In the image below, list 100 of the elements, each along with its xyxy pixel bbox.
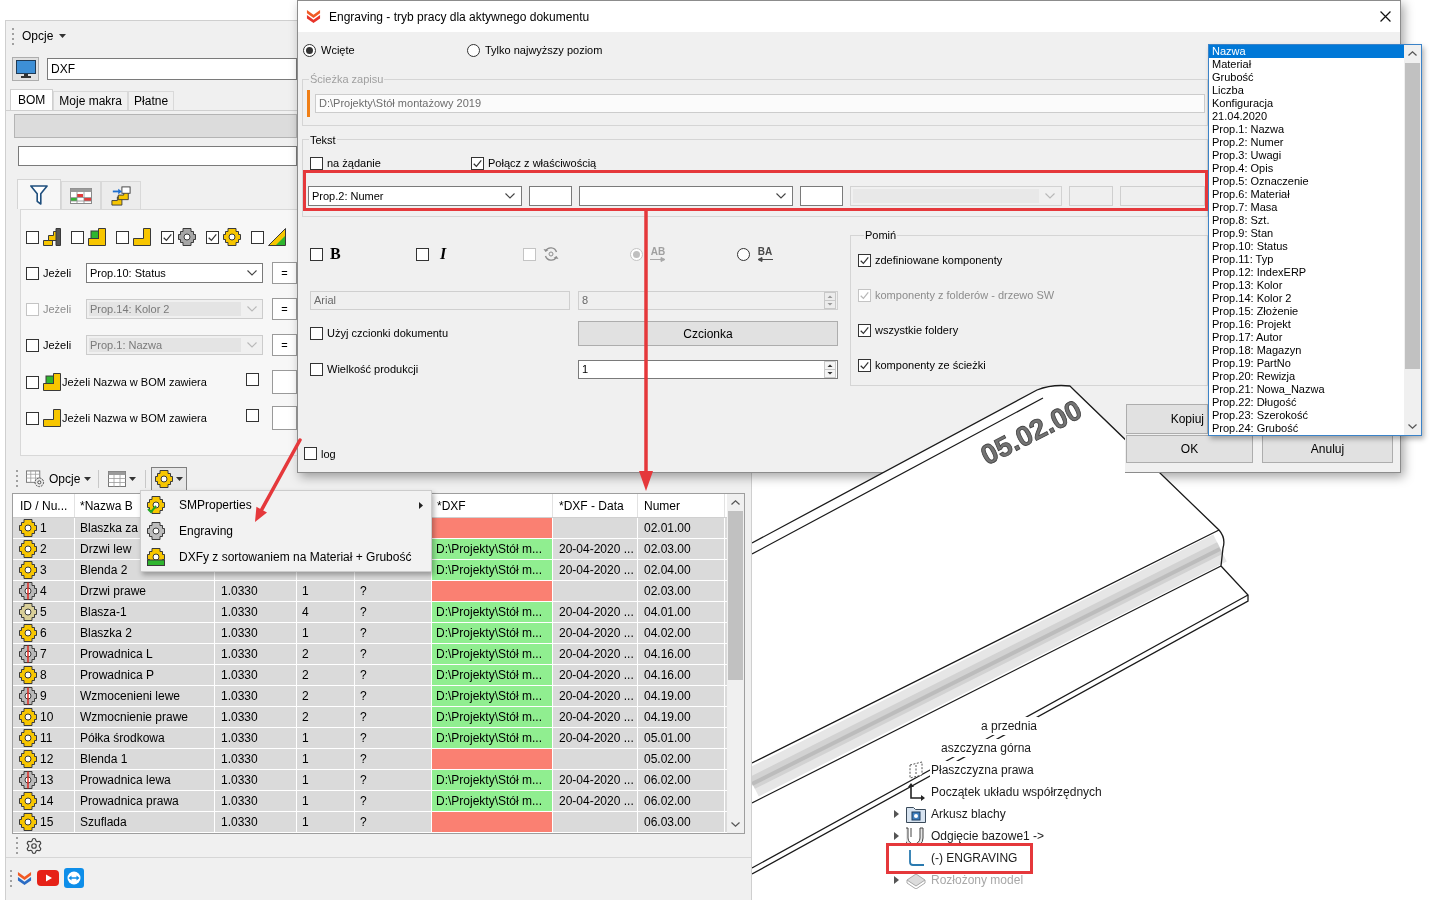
checkbox[interactable] [26,266,39,280]
operator-field[interactable]: = [272,262,297,284]
checkbox[interactable] [26,338,39,352]
scrollbar-thumb[interactable] [1405,63,1420,369]
radio-button[interactable] [467,43,480,57]
tree-item[interactable]: aszczyzna górna [940,739,1033,757]
list-item[interactable]: 21.04.2020 [1209,110,1404,123]
table-row[interactable]: 12 Blenda 1 1.0330 1 ? 05.02.00 [13,749,727,770]
scrollbar[interactable] [1404,45,1421,435]
list-item[interactable]: Materiał [1209,58,1404,71]
list-item[interactable]: Prop.19: PartNo [1209,357,1404,370]
text-field[interactable] [272,370,297,394]
tab[interactable] [101,181,141,209]
checkbox[interactable] [246,409,259,423]
table-row[interactable]: 10 Wzmocnienie prawe 1.0330 2 ? D:\Projekty\Stół m... 20-04-2020 ... 04.19.00 [13,707,727,728]
list-item[interactable]: Prop.1: Nazwa [1209,123,1404,136]
operator-field[interactable]: = [272,334,297,356]
checkbox[interactable] [858,359,871,372]
font-button[interactable]: Czcionka [578,321,838,346]
text-field[interactable] [800,186,843,206]
checkbox[interactable] [858,254,871,267]
table-row[interactable]: 14 Prowadnica prawa 1.0330 1 ? D:\Projekty\Stół m... 20-04-2020 ... 06.02.00 [13,791,727,812]
toolbar-button[interactable] [151,466,188,491]
table-row[interactable]: 4 Drzwi prawe 1.0330 1 ? 02.03.00 [13,581,727,602]
text-field[interactable] [529,186,572,206]
gear-icon[interactable] [25,836,43,855]
list-item[interactable]: Prop.18: Magazyn [1209,344,1404,357]
scrollbar-thumb[interactable] [728,511,743,680]
list-item[interactable]: Prop.4: Opis [1209,162,1404,175]
checkbox[interactable] [206,230,219,244]
list-item[interactable]: Prop.8: Szt. [1209,214,1404,227]
dropdown[interactable]: Prop.10: Status [86,263,263,283]
menu-button[interactable]: Opcje [20,25,69,47]
checkbox[interactable] [310,156,323,170]
menu-item[interactable]: DXFy z sortowaniem na Materiał + Grubość [141,544,431,570]
tab[interactable]: BOM [10,89,54,110]
checkbox[interactable] [310,327,323,340]
tab[interactable]: Płatne [128,91,175,110]
list-item[interactable]: Prop.9: Stan [1209,227,1404,240]
dropdown[interactable]: Prop.2: Numer [308,186,522,206]
tab[interactable] [17,179,61,209]
checkbox[interactable] [310,247,323,261]
radio-button[interactable] [303,43,316,57]
list-item[interactable]: Liczba [1209,84,1404,97]
list-item[interactable]: Prop.12: IndexERP [1209,266,1404,279]
list-item[interactable]: Nazwa [1209,45,1404,58]
dropdown[interactable] [579,186,793,206]
scrollbar[interactable] [727,494,744,833]
checkbox[interactable] [246,373,259,387]
list-item[interactable]: Prop.3: Uwagi [1209,149,1404,162]
text-field[interactable] [272,406,297,430]
checkbox[interactable] [26,411,39,425]
ok-button[interactable]: OK [1126,435,1253,463]
tab[interactable]: Moje makra [53,91,129,110]
list-item[interactable]: Prop.2: Numer [1209,136,1404,149]
table-row[interactable]: 7 Prowadnica L 1.0330 2 ? D:\Projekty\Stół m... 20-04-2020 ... 04.16.00 [13,644,727,665]
text-field[interactable] [18,146,297,166]
radio-button[interactable] [737,247,750,261]
checkbox[interactable] [304,447,317,461]
table-row[interactable]: 13 Prowadnica lewa 1.0330 1 ? D:\Projekty\Stół m... 20-04-2020 ... 06.02.00 [13,770,727,791]
list-item[interactable]: Prop.7: Masa [1209,201,1404,214]
cancel-button[interactable]: Anuluj [1262,435,1393,463]
checkbox[interactable] [310,363,323,376]
table-row[interactable]: 15 Szuflada 1.0330 1 ? 06.03.00 [13,812,727,833]
column-header[interactable]: ID / Nu... [20,496,68,515]
list-item[interactable]: Prop.5: Oznaczenie [1209,175,1404,188]
tab[interactable] [61,181,101,209]
list-item[interactable]: Prop.17: Autor [1209,331,1404,344]
menu-button[interactable]: Opcje [24,467,94,490]
list-item[interactable]: Prop.11: Typ [1209,253,1404,266]
list-item[interactable]: Prop.13: Kolor [1209,279,1404,292]
list-item[interactable]: Prop.21: Nowa_Nazwa [1209,383,1404,396]
checkbox[interactable] [471,156,484,170]
list-item[interactable]: Grubość [1209,71,1404,84]
column-header[interactable]: *Nazwa B [80,496,133,515]
checkbox[interactable] [26,375,39,389]
checkbox[interactable] [858,324,871,337]
checkbox[interactable] [416,247,429,261]
list-item[interactable]: Prop.10: Status [1209,240,1404,253]
copy-button[interactable]: Kopiuj [1126,403,1208,434]
table-row[interactable]: 11 Półka środkowa 1.0330 1 ? D:\Projekty\Stół m... 20-04-2020 ... 05.01.00 [13,728,727,749]
display-button[interactable] [12,57,39,81]
list-item[interactable]: Prop.14: Kolor 2 [1209,292,1404,305]
text-field[interactable]: DXF [47,58,297,80]
list-item[interactable]: Prop.22: Długość [1209,396,1404,409]
column-header[interactable]: Numer [644,496,680,515]
table-row[interactable]: 8 Prowadnica P 1.0330 2 ? D:\Projekty\Stół m... 20-04-2020 ... 04.16.00 [13,665,727,686]
list-item[interactable]: Prop.20: Rewizja [1209,370,1404,383]
checkbox[interactable] [251,230,264,244]
table-row[interactable]: 5 Blasza-1 1.0330 4 ? D:\Projekty\Stół m... 20-04-2020 ... 04.01.00 [13,602,727,623]
list-item[interactable]: Konfiguracja [1209,97,1404,110]
list-item[interactable]: Prop.24: Grubość [1209,422,1404,435]
checkbox[interactable] [71,230,84,244]
spin-field[interactable]: 1 [578,360,838,379]
table-row[interactable]: 6 Blaszka 2 1.0330 1 ? D:\Projekty\Stół m... 20-04-2020 ... 04.02.00 [13,623,727,644]
list-item[interactable]: Prop.23: Szerokość [1209,409,1404,422]
table-row[interactable]: 9 Wzmocenieni lewe 1.0330 2 ? D:\Projekty\Stół m... 20-04-2020 ... 04.19.00 [13,686,727,707]
column-header[interactable]: *DXF - Data [559,496,624,515]
checkbox[interactable] [116,230,129,244]
list-item[interactable]: Prop.16: Projekt [1209,318,1404,331]
